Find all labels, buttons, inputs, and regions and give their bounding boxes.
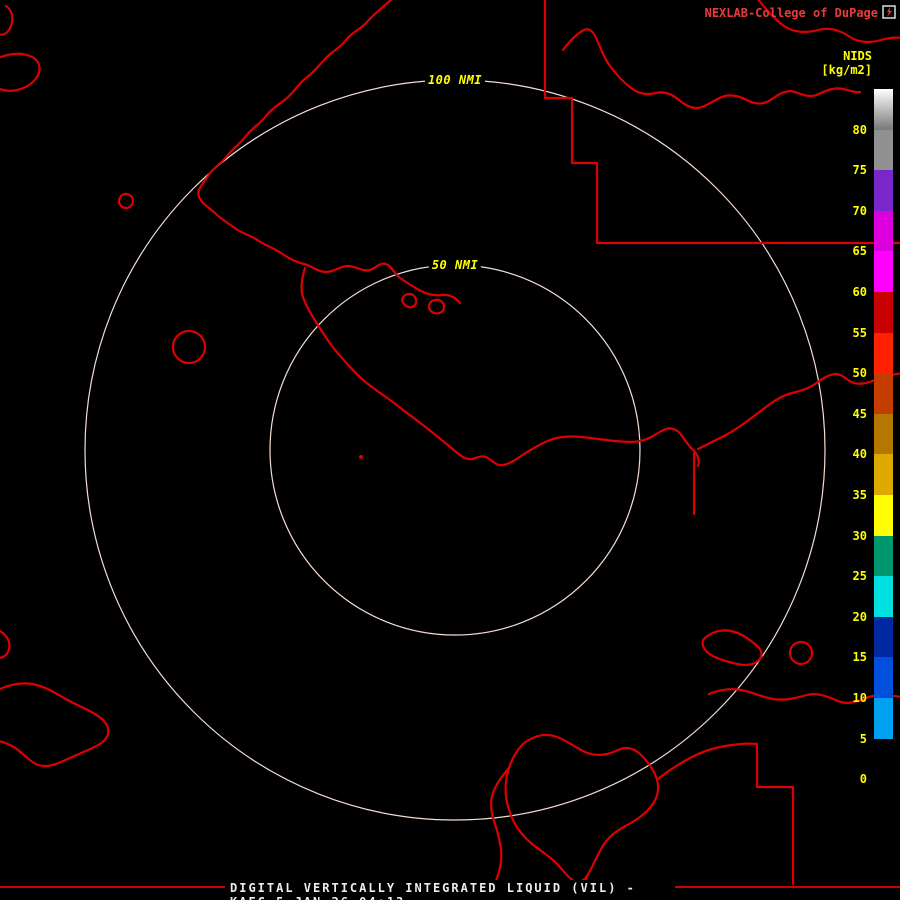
coastline-north-peninsula <box>234 227 462 305</box>
colorbar-tick-label: 75 <box>852 163 867 178</box>
colorbar-tick-label: 50 <box>852 366 867 381</box>
colorbar-tick-label: 35 <box>852 488 867 502</box>
boundary-staircase-northeast <box>543 0 900 245</box>
colorbar-segment <box>874 170 893 211</box>
colorbar-tick-label: 5 <box>859 731 867 746</box>
colorbar-tick-label: 0 <box>859 772 867 787</box>
colorbar-segment <box>874 657 893 698</box>
nids-label: NIDS <box>843 49 872 63</box>
colorbar-segments <box>874 89 893 780</box>
colorbar-tick-label: 40 <box>852 447 867 462</box>
colorbar-tick-label: 65 <box>852 244 867 259</box>
islet-top-left-corner <box>0 4 14 36</box>
colorbar-segment <box>874 454 893 495</box>
range-ring-label-50nmi: 50 NMI <box>428 258 482 272</box>
landmass-bottom-center <box>504 733 660 883</box>
coastline-southeast <box>696 372 900 451</box>
island-top-left <box>0 52 41 92</box>
islet-left-edge <box>0 629 11 659</box>
coastal-dot <box>359 455 363 459</box>
colorbar-segment <box>874 373 893 414</box>
colorbar-tick-label: 70 <box>852 203 867 218</box>
colorbar-tick-label: 30 <box>852 528 867 543</box>
coastline-northeast <box>561 28 862 110</box>
range-ring-label-100nmi: 100 NMI <box>424 73 486 87</box>
colorbar-segment <box>874 89 893 130</box>
small-island-1 <box>401 292 418 309</box>
colorbar-segment <box>874 697 893 739</box>
colorbar-segment <box>874 535 893 577</box>
colorbar-segment <box>874 576 893 617</box>
colorbar-segment <box>874 616 893 658</box>
colorbar-tick-label: 45 <box>852 406 867 421</box>
colorbar-tick-label: 20 <box>852 609 867 624</box>
units-label: [kg/m2] <box>821 63 872 77</box>
island-bottom-left <box>0 682 110 768</box>
coastline-northwest <box>197 0 393 231</box>
map-canvas <box>0 0 900 900</box>
lake-outline-right <box>788 640 814 666</box>
boundary-staircase-bottom-right <box>755 742 795 886</box>
lake-outline-west <box>171 329 207 365</box>
small-island-2 <box>427 298 446 315</box>
colorbar-segment <box>874 738 893 780</box>
colorbar-segment <box>874 210 893 252</box>
colorbar-tick-label: 10 <box>852 691 867 705</box>
brand-icon <box>882 5 896 19</box>
colorbar-segment <box>874 251 893 292</box>
colorbar-segment <box>874 129 893 171</box>
coastline-right-edge <box>707 688 900 704</box>
coastline-south <box>366 382 700 468</box>
brand-title: NEXLAB-College of DuPage <box>704 6 878 20</box>
colorbar-tick-label: 60 <box>852 285 867 299</box>
product-title: DIGITAL VERTICALLY INTEGRATED LIQUID (VI… <box>225 880 675 900</box>
coastline-west <box>300 266 370 386</box>
colorbar-segment <box>874 332 893 374</box>
colorbar-tick-label: 80 <box>852 122 867 137</box>
colorbar-segment <box>874 291 893 333</box>
colorbar-tick-label: 55 <box>852 325 867 340</box>
radar-display: NEXLAB-College of DuPage NIDS [kg/m2] 80… <box>0 0 900 900</box>
colorbar-segment <box>874 494 893 536</box>
colorbar-tick-label: 15 <box>852 650 867 665</box>
island-bottom-right <box>701 629 763 667</box>
colorbar-tick-label: 25 <box>852 569 867 584</box>
lake-outline-small <box>117 192 135 210</box>
colorbar-segment <box>874 413 893 455</box>
